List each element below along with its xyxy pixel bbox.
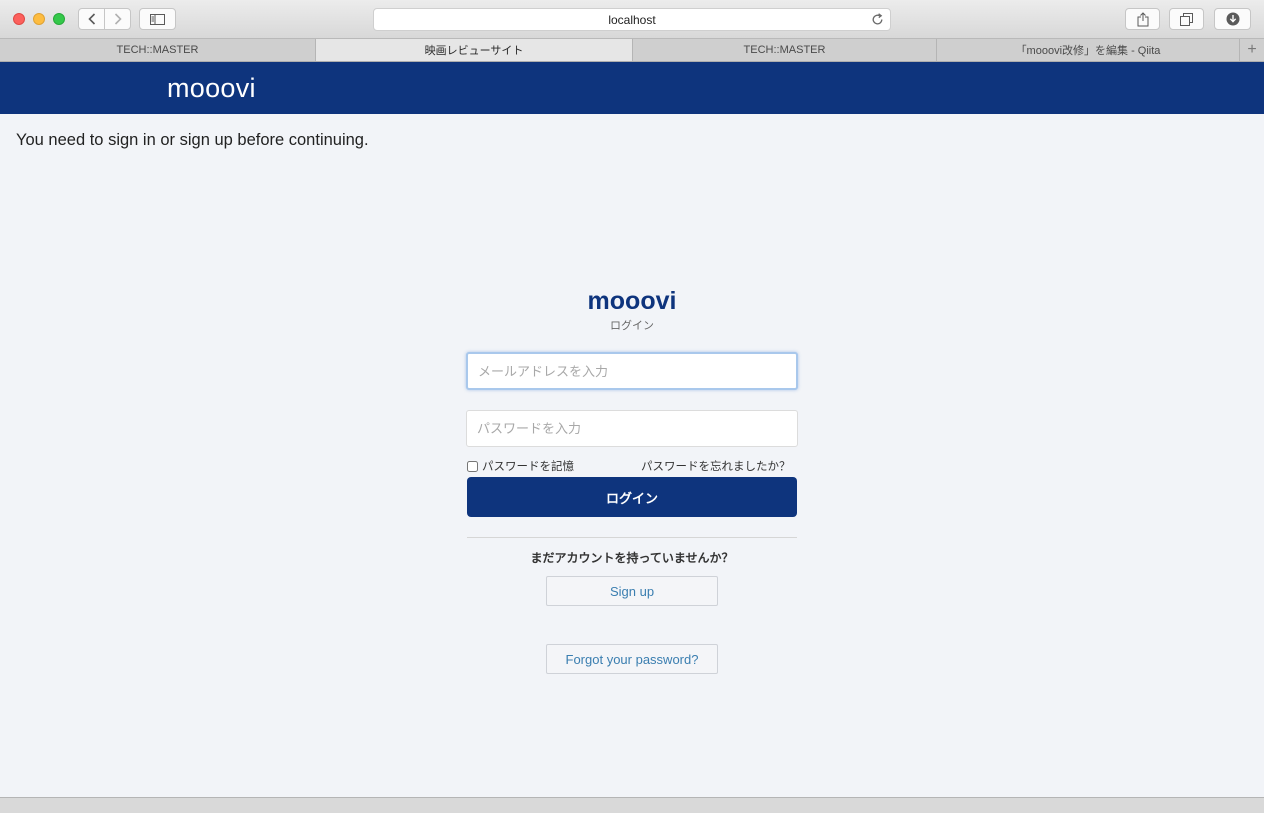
back-button[interactable] <box>78 8 105 30</box>
maximize-window-button[interactable] <box>53 13 65 25</box>
forgot-password-inline-link[interactable]: パスワードを忘れましたか？ <box>641 458 791 474</box>
tab-label: 「mooovi改修」を編集 - Qiita <box>1015 45 1161 57</box>
sign-up-button[interactable]: Sign up <box>546 576 718 606</box>
forgot-password-button[interactable]: Forgot your password? <box>546 644 718 674</box>
tabs-overview-icon <box>1180 12 1193 26</box>
forgot-password-label: Forgot your password? <box>565 651 699 667</box>
status-bar <box>0 797 1264 813</box>
chevron-left-icon <box>87 13 95 25</box>
tab-tech-master-1[interactable]: TECH::MASTER <box>0 39 316 61</box>
close-window-button[interactable] <box>13 13 25 25</box>
download-icon <box>1226 12 1239 26</box>
downloads-button[interactable] <box>1214 8 1251 30</box>
tab-label: TECH::MASTER <box>116 44 199 56</box>
remember-me-label: パスワードを記憶 <box>482 461 574 473</box>
no-account-text: まだアカウントを持っていませんか？ <box>530 551 734 565</box>
show-tabs-button[interactable] <box>1169 8 1204 30</box>
chevron-right-icon <box>114 13 122 25</box>
tab-tech-master-2[interactable]: TECH::MASTER <box>633 39 937 61</box>
flash-message: You need to sign in or sign up before co… <box>16 131 369 149</box>
url-text: localhost <box>608 12 656 27</box>
tab-qiita-edit[interactable]: 「mooovi改修」を編集 - Qiita <box>937 39 1240 61</box>
share-button[interactable] <box>1125 8 1160 30</box>
login-subtitle: ログイン <box>610 320 654 332</box>
browser-toolbar: localhost <box>0 0 1264 39</box>
site-header: mooovi <box>0 62 1264 114</box>
remember-me-checkbox[interactable] <box>467 460 478 472</box>
tab-label: 映画レビューサイト <box>424 45 524 57</box>
forward-button[interactable] <box>104 8 131 30</box>
login-logo: mooovi <box>587 287 677 315</box>
sign-up-label: Sign up <box>609 583 655 599</box>
sidebar-icon <box>150 13 165 25</box>
divider <box>467 537 797 538</box>
remember-me[interactable]: パスワードを記憶 <box>467 458 574 474</box>
email-input[interactable] <box>466 352 798 390</box>
address-bar[interactable]: localhost <box>373 8 891 31</box>
tab-movie-review[interactable]: 映画レビューサイト <box>316 39 633 61</box>
sidebar-toggle-button[interactable] <box>139 8 176 30</box>
reload-icon[interactable] <box>871 13 884 29</box>
share-icon <box>1137 11 1148 26</box>
tab-bar: TECH::MASTER 映画レビューサイト TECH::MASTER 「moo… <box>0 39 1264 62</box>
new-tab-button[interactable]: + <box>1240 39 1264 61</box>
minimize-window-button[interactable] <box>33 13 45 25</box>
plus-icon: + <box>1247 41 1257 58</box>
login-button[interactable]: ログイン <box>467 477 797 517</box>
tab-label: TECH::MASTER <box>743 44 826 56</box>
password-input[interactable] <box>466 410 798 447</box>
site-logo[interactable]: mooovi <box>167 73 256 104</box>
